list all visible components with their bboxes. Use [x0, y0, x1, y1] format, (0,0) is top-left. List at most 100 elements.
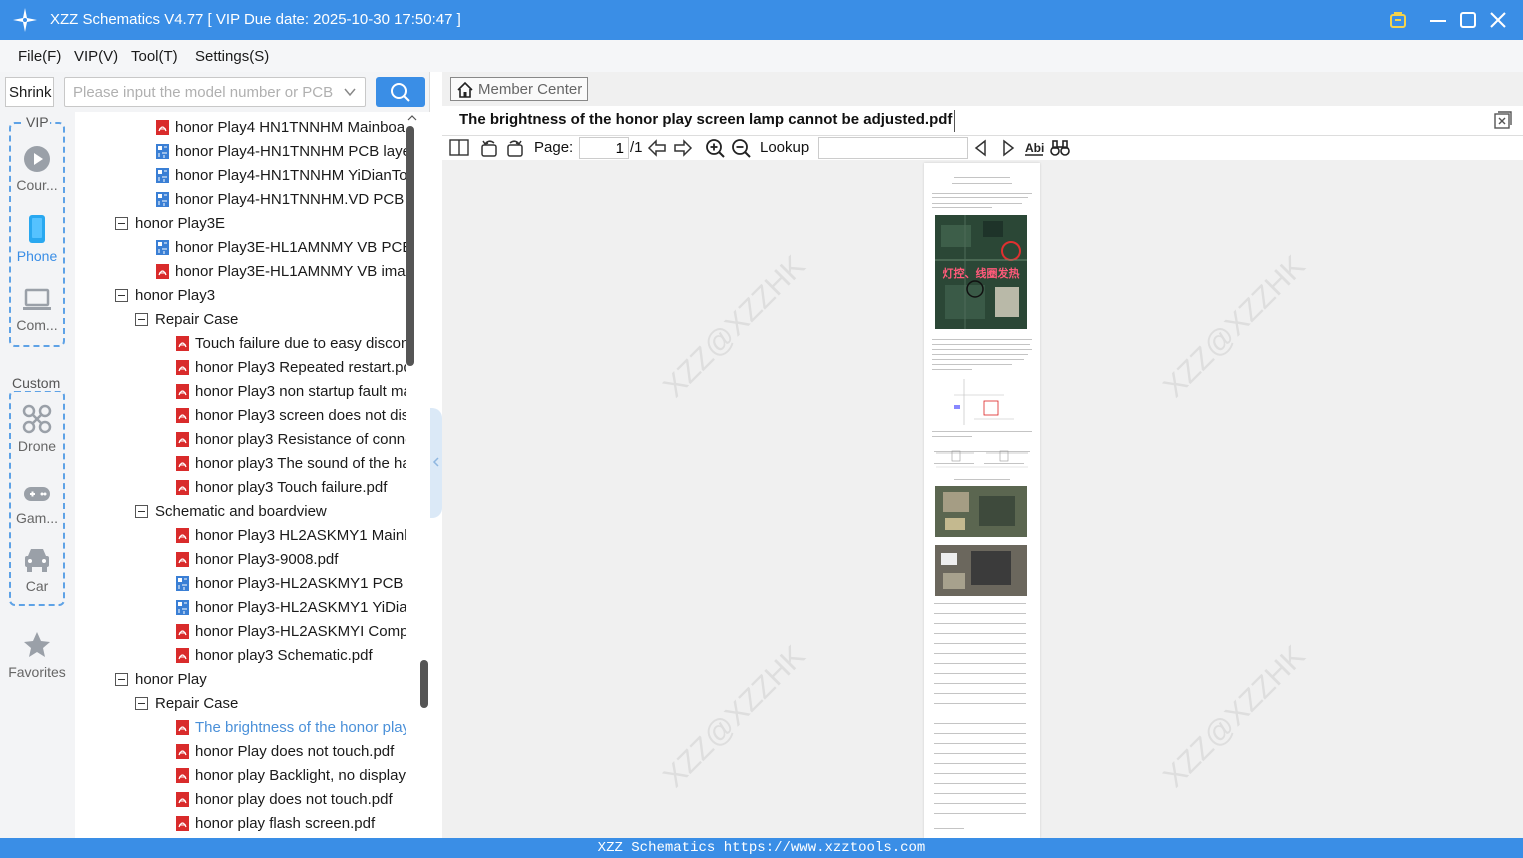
- tree-file[interactable]: honor Play3 Repeated restart.pdf: [75, 356, 406, 380]
- tree-file[interactable]: honor Play3-HL2ASKMY1 YiDianTong: [75, 596, 406, 620]
- tree-folder[interactable]: honor Play3E: [75, 212, 406, 236]
- pdf-text-line: [934, 693, 1026, 694]
- menu-settings[interactable]: Settings(S): [195, 48, 269, 65]
- tree-item-label: honor Play3 screen does not display: [195, 407, 406, 424]
- tree-scroll-thumb-left[interactable]: [406, 126, 414, 366]
- menu-vip[interactable]: VIP(V): [74, 48, 118, 65]
- tree-item-label: honor Play4-HN1TNNHM.VD PCB: [175, 191, 405, 208]
- tree-file[interactable]: honor Play3E-HL1AMNMY VB PCB: [75, 236, 406, 260]
- tree-item-label: honor Play3 non startup fault maintenanc…: [195, 383, 406, 400]
- search-button[interactable]: [376, 77, 425, 107]
- menu-file[interactable]: File(F): [18, 48, 61, 65]
- maximize-icon[interactable]: [1456, 8, 1480, 32]
- lookup-input[interactable]: [818, 137, 968, 159]
- find-next-icon[interactable]: [998, 138, 1018, 158]
- pdf-file-icon: [176, 336, 189, 351]
- pcb-file-icon: [176, 576, 189, 591]
- search-input[interactable]: [65, 78, 335, 106]
- pdf-file-icon: [176, 408, 189, 423]
- minimize-icon[interactable]: [1426, 8, 1450, 32]
- tree-file[interactable]: honor Play4 HN1TNNHM Mainboard: [75, 116, 406, 140]
- pdf-viewer-area[interactable]: XZZ@XZZHK XZZ@XZZHK XZZ@XZZHK XZZ@XZZHK …: [442, 160, 1523, 838]
- tree-file[interactable]: honor Play3 screen does not display: [75, 404, 406, 428]
- tree-file[interactable]: honor play3 Resistance of connector: [75, 428, 406, 452]
- page-number-input[interactable]: [579, 137, 629, 159]
- tree-folder[interactable]: Repair Case: [75, 308, 406, 332]
- collapse-toggle-icon[interactable]: [135, 697, 148, 710]
- tree-file[interactable]: honor Play4-HN1TNNHM YiDianTong: [75, 164, 406, 188]
- tree-file[interactable]: honor play does not touch.pdf: [75, 788, 406, 812]
- menu-tool[interactable]: Tool(T): [131, 48, 178, 65]
- pdf-text-line: [932, 349, 1032, 350]
- tree-folder[interactable]: Schematic and boardview: [75, 500, 406, 524]
- pdf-file-icon: [176, 624, 189, 639]
- rotate-right-icon[interactable]: [505, 138, 525, 158]
- document-tab[interactable]: The brightness of the honor play screen …: [442, 106, 1523, 136]
- tree-folder[interactable]: honor Play: [75, 668, 406, 692]
- collapse-toggle-icon[interactable]: [115, 289, 128, 302]
- pdf-text-line: [934, 743, 1026, 744]
- tree-file[interactable]: honor play3 The sound of the handset: [75, 452, 406, 476]
- tree-file[interactable]: honor play3 Schematic.pdf: [75, 644, 406, 668]
- tree-file[interactable]: honor Play3 non startup fault maintenanc…: [75, 380, 406, 404]
- find-previous-icon[interactable]: [971, 138, 991, 158]
- tree-file[interactable]: honor Play3E-HL1AMNMY VB image: [75, 260, 406, 284]
- zoom-in-icon[interactable]: [705, 138, 725, 158]
- pdf-text-line: [932, 359, 1024, 360]
- tree-folder[interactable]: honor Play3: [75, 284, 406, 308]
- document-pane: Member Center The brightness of the hono…: [442, 72, 1523, 838]
- tree-file[interactable]: honor Play4-HN1TNNHM.VD PCB: [75, 188, 406, 212]
- zoom-out-icon[interactable]: [731, 138, 751, 158]
- next-page-arrow-icon[interactable]: [673, 138, 693, 158]
- rotate-left-icon[interactable]: [479, 138, 499, 158]
- tree-file[interactable]: honor play3 Touch failure.pdf: [75, 476, 406, 500]
- shrink-button[interactable]: Shrink: [5, 77, 54, 107]
- tree-scroll-thumb-right[interactable]: [420, 660, 428, 708]
- tree-file[interactable]: honor play Backlight, no display: [75, 764, 406, 788]
- pdf-file-icon: [176, 744, 189, 759]
- tree-file[interactable]: honor Play4-HN1TNNHM PCB layer: [75, 140, 406, 164]
- pdf-file-icon: [176, 552, 189, 567]
- tree-file[interactable]: honor Play does not touch.pdf: [75, 740, 406, 764]
- category-courses[interactable]: Cour...: [0, 145, 74, 193]
- tree-scrollbar[interactable]: [406, 112, 428, 838]
- pdf-toolbar: Page: /1 Lookup Abi: [442, 136, 1523, 160]
- split-view-icon[interactable]: [449, 138, 469, 158]
- tree-file[interactable]: honor Play3-HL2ASKMYI Component: [75, 620, 406, 644]
- category-favorites[interactable]: Favorites: [0, 630, 74, 680]
- scroll-up-arrow-icon[interactable]: [407, 113, 417, 123]
- pdf-text-line: [934, 673, 1026, 674]
- category-games[interactable]: Gam...: [0, 484, 74, 526]
- member-center-label: Member Center: [478, 81, 583, 98]
- collapse-toggle-icon[interactable]: [135, 505, 148, 518]
- category-computer[interactable]: Com...: [0, 287, 74, 333]
- tree-file[interactable]: The brightness of the honor play screen …: [75, 716, 406, 740]
- vip-bag-icon[interactable]: [1386, 8, 1410, 32]
- category-car[interactable]: Car: [0, 546, 74, 594]
- tree-file[interactable]: honor Play3 HL2ASKMY1 Mainboard: [75, 524, 406, 548]
- tree-file[interactable]: honor play flash screen.pdf: [75, 812, 406, 836]
- category-drone[interactable]: Drone: [0, 404, 74, 454]
- tree-file[interactable]: Touch failure due to easy disconnection: [75, 332, 406, 356]
- category-phone[interactable]: Phone: [0, 214, 74, 264]
- page-label: Page:: [534, 139, 574, 156]
- tree-item-label: honor Play3-HL2ASKMY1 YiDianTong: [195, 599, 406, 616]
- previous-page-arrow-icon[interactable]: [647, 138, 667, 158]
- close-icon[interactable]: [1486, 8, 1510, 32]
- tree-file[interactable]: honor Play3-9008.pdf: [75, 548, 406, 572]
- collapse-toggle-icon[interactable]: [135, 313, 148, 326]
- match-case-icon[interactable]: Abi: [1024, 138, 1044, 158]
- chevron-down-icon[interactable]: [343, 85, 357, 99]
- close-tab-icon[interactable]: [1493, 110, 1513, 130]
- tree-file[interactable]: honor Play3-HL2ASKMY1 PCB layer: [75, 572, 406, 596]
- member-center-button[interactable]: Member Center: [450, 77, 588, 101]
- pdf-text-line: [932, 197, 1028, 198]
- pcb-file-icon: [156, 168, 169, 183]
- collapse-toggle-icon[interactable]: [115, 217, 128, 230]
- pdf-file-icon: [176, 648, 189, 663]
- collapse-toggle-icon[interactable]: [115, 673, 128, 686]
- collapse-panel-handle[interactable]: [430, 408, 442, 518]
- binoculars-icon[interactable]: [1050, 138, 1070, 158]
- vip-group-label: VIP: [25, 114, 50, 130]
- tree-folder[interactable]: Repair Case: [75, 692, 406, 716]
